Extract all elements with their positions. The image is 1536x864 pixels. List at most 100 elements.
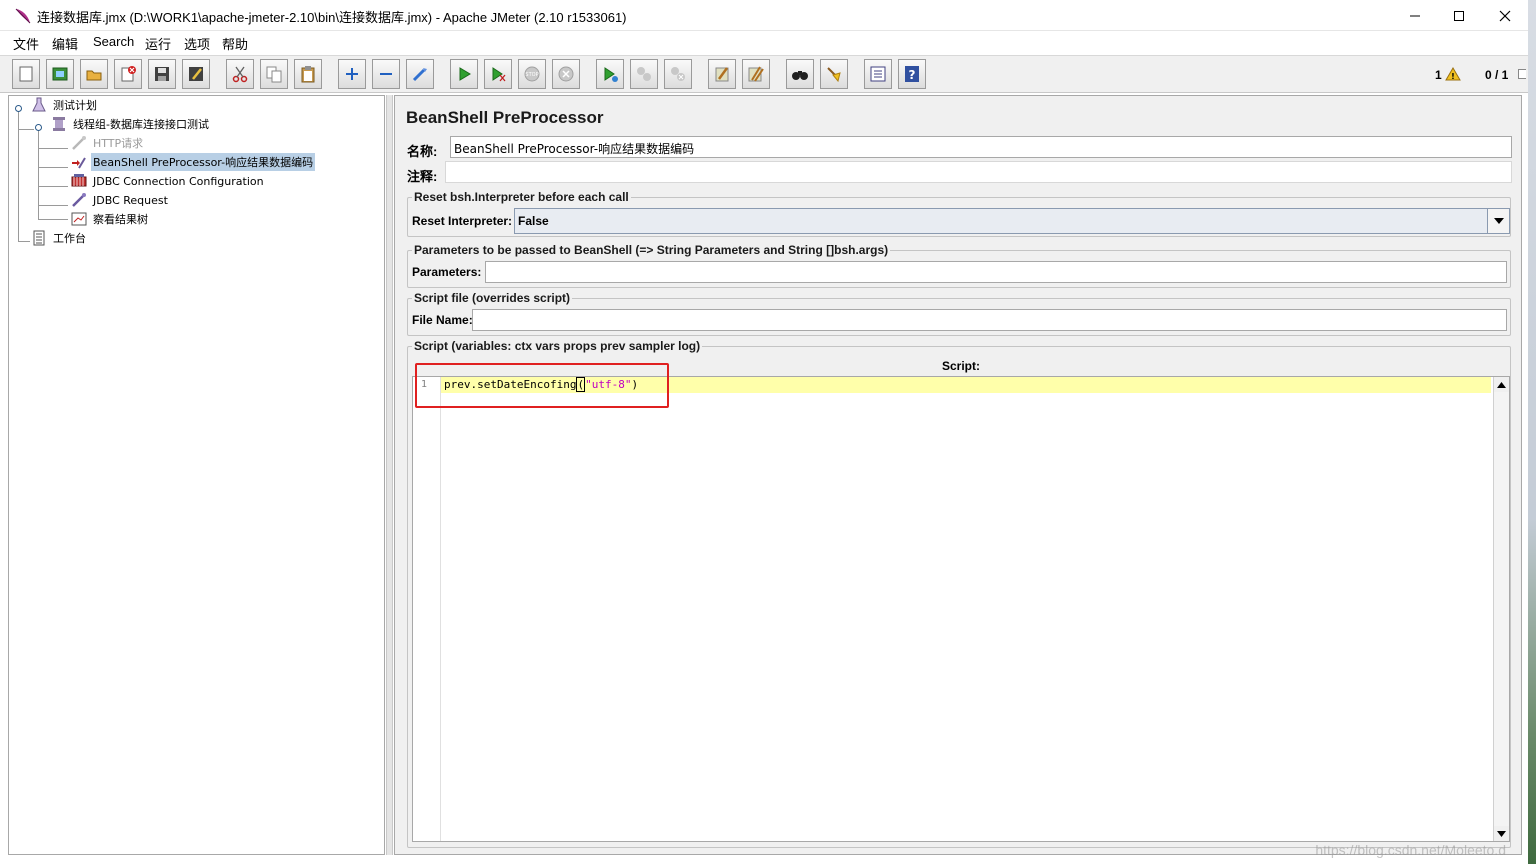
shutdown-button[interactable] [552, 59, 580, 89]
menu-run[interactable]: 运行 [145, 34, 171, 53]
shutdown-icon [558, 66, 574, 82]
clear-icon [715, 67, 729, 82]
stop-button[interactable]: STOP [518, 59, 546, 89]
annotation-highlight-box [415, 363, 669, 408]
remote-stop-button[interactable] [630, 59, 658, 89]
minimize-button[interactable] [1392, 0, 1438, 31]
selected-value: False [518, 214, 549, 228]
remote-shutdown-button[interactable] [664, 59, 692, 89]
maximize-icon [1454, 10, 1464, 21]
tree-node-thread-group[interactable]: 线程组-数据库连接接口测试 [50, 115, 211, 133]
help-button[interactable]: ? [898, 59, 926, 89]
test-plan-tree: 测试计划 线程组-数据库连接接口测试 HTTP请求 BeanShell PreP… [8, 95, 385, 855]
tree-node-label: BeanShell PreProcessor-响应结果数据编码 [91, 153, 316, 171]
pipette-icon [70, 191, 88, 209]
tree-node-workbench[interactable]: 工作台 [30, 229, 88, 247]
group-title: Script file (overrides script) [412, 291, 573, 305]
file-name-label: File Name: [412, 313, 473, 327]
copy-button[interactable] [260, 59, 288, 89]
remote-start-button[interactable] [596, 59, 624, 89]
close-file-button[interactable] [114, 59, 142, 89]
minimize-icon [1410, 15, 1420, 16]
tree-node-view-results-tree[interactable]: 察看结果树 [70, 210, 150, 228]
comment-field[interactable] [445, 161, 1512, 183]
scroll-up-button[interactable] [1494, 377, 1509, 392]
broom-icon [827, 67, 841, 83]
search-button[interactable] [786, 59, 814, 89]
warning-icon[interactable]: ! [1445, 67, 1461, 84]
expand-all-button[interactable] [338, 59, 366, 89]
file-name-field[interactable] [472, 309, 1507, 331]
script-editor[interactable]: 1 prev.setDateEncofing("utf-8") [412, 376, 1510, 842]
open-button[interactable] [80, 59, 108, 89]
toggle-button[interactable] [406, 59, 434, 89]
copy-icon [266, 66, 282, 83]
binoculars-icon [792, 71, 808, 80]
paste-icon [301, 66, 315, 83]
close-window-button[interactable] [1482, 0, 1528, 31]
panel-splitter[interactable] [386, 95, 393, 855]
tree-connector [18, 129, 34, 130]
menu-help[interactable]: 帮助 [222, 34, 248, 53]
reset-interpreter-select[interactable]: False [514, 208, 1510, 234]
tree-node-label: 察看结果树 [93, 213, 148, 226]
group-title: Script (variables: ctx vars props prev s… [412, 339, 703, 353]
close-file-icon [121, 66, 136, 82]
spool-icon [50, 115, 68, 133]
reset-search-button[interactable] [820, 59, 848, 89]
tree-node-label: 线程组-数据库连接接口测试 [73, 118, 209, 131]
flask-icon [30, 96, 48, 114]
menu-bar: 文件 编辑 Search 运行 选项 帮助 [0, 31, 1528, 55]
listener-icon [70, 210, 88, 228]
script-header: Script: [942, 359, 981, 373]
panel-title: BeanShell PreProcessor [406, 108, 604, 127]
tree-node-jdbc-connection-configuration[interactable]: JDBC Connection Configuration [70, 172, 266, 190]
tree-node-label: JDBC Request [93, 193, 168, 207]
tree-toggle-handle[interactable] [14, 102, 23, 112]
tree-node-http-request[interactable]: HTTP请求 [70, 134, 145, 152]
vertical-scrollbar[interactable] [1493, 377, 1509, 841]
function-helper-icon [870, 66, 886, 82]
running-indicator-icon [1518, 69, 1526, 79]
collapse-all-button[interactable] [372, 59, 400, 89]
window-title: 连接数据库.jmx (D:\WORK1\apache-jmeter-2.10\b… [37, 10, 627, 25]
parameters-field[interactable] [485, 261, 1507, 283]
menu-edit[interactable]: 编辑 [52, 34, 78, 53]
paste-button[interactable] [294, 59, 322, 89]
clear-button[interactable] [708, 59, 736, 89]
collapse-icon [380, 73, 392, 75]
templates-button[interactable] [46, 59, 74, 89]
tree-node-test-plan[interactable]: 测试计划 [30, 96, 99, 114]
config-element-icon [70, 172, 88, 190]
warning-count[interactable]: 1 [1435, 68, 1442, 82]
scroll-down-button[interactable] [1494, 826, 1509, 841]
maximize-button[interactable] [1436, 0, 1482, 31]
tree-connector [38, 148, 68, 149]
tree-node-jdbc-request[interactable]: JDBC Request [70, 191, 170, 209]
scroll-up-icon [1497, 381, 1506, 388]
start-no-pauses-button[interactable] [484, 59, 512, 89]
tree-connector [38, 186, 68, 187]
tree-node-label: 测试计划 [53, 99, 97, 112]
save-as-button[interactable] [182, 59, 210, 89]
tree-node-beanshell-preprocessor[interactable]: BeanShell PreProcessor-响应结果数据编码 [70, 153, 316, 171]
menu-search[interactable]: Search [93, 34, 134, 49]
svg-text:!: ! [1451, 72, 1455, 81]
name-field[interactable]: BeanShell PreProcessor-响应结果数据编码 [450, 136, 1512, 158]
open-icon [86, 70, 102, 81]
dropdown-button[interactable] [1487, 209, 1509, 233]
save-button[interactable] [148, 59, 176, 89]
cut-button[interactable] [226, 59, 254, 89]
svg-text:?: ? [909, 68, 916, 82]
preprocessor-icon [70, 153, 88, 171]
clear-all-button[interactable] [742, 59, 770, 89]
new-button[interactable] [12, 59, 40, 89]
tree-toggle-handle[interactable] [34, 121, 43, 131]
group-title: Reset bsh.Interpreter before each call [412, 190, 631, 204]
start-button[interactable] [450, 59, 478, 89]
tree-node-label: JDBC Connection Configuration [93, 174, 264, 188]
scroll-down-icon [1497, 830, 1506, 837]
function-helper-button[interactable] [864, 59, 892, 89]
menu-options[interactable]: 选项 [184, 34, 210, 53]
menu-file[interactable]: 文件 [13, 34, 39, 53]
